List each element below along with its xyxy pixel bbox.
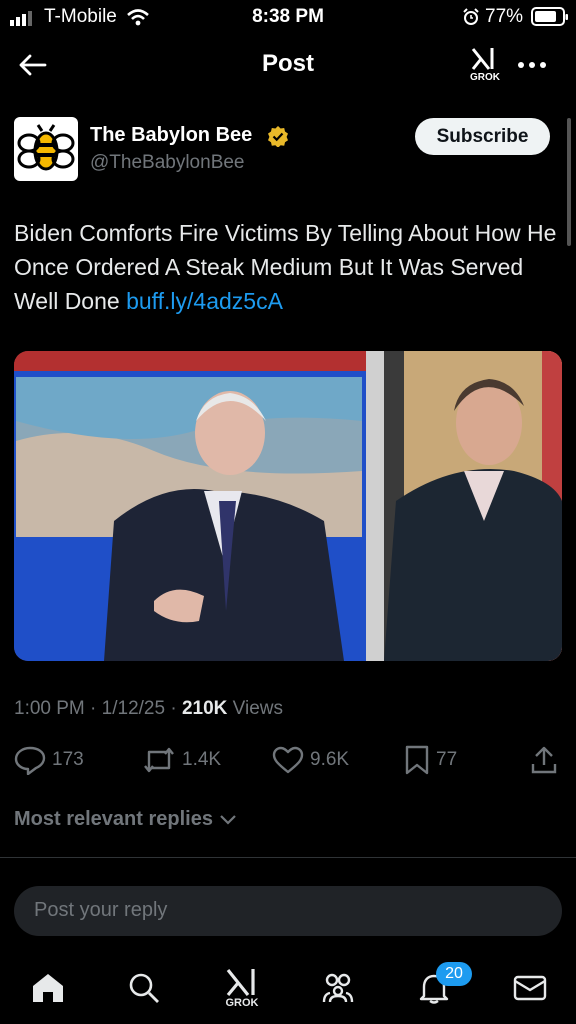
grok-tab-label: GROK (225, 997, 259, 1009)
like-button[interactable]: 9.6K (272, 744, 349, 776)
battery-icon (531, 7, 568, 26)
post-text: Biden Comforts Fire Victims By Telling A… (14, 216, 566, 318)
views-label: Views (232, 698, 283, 719)
reply-placeholder: Post your reply (34, 899, 168, 921)
notifications-badge: 20 (436, 962, 472, 986)
post-date: 1/12/25 (101, 698, 166, 719)
tab-communities[interactable] (310, 960, 366, 1016)
share-button[interactable] (530, 744, 558, 776)
more-dots-icon (518, 62, 546, 68)
status-bar: T-Mobile 8:38 PM 77% (0, 0, 576, 34)
post-image[interactable] (14, 351, 562, 661)
post-body: Biden Comforts Fire Victims By Telling A… (14, 220, 557, 314)
bookmark-icon (405, 745, 429, 775)
repost-count: 1.4K (182, 749, 222, 770)
repost-icon (144, 747, 174, 773)
bookmark-button[interactable]: 77 (404, 744, 457, 776)
replies-sort-label: Most relevant replies (14, 808, 213, 830)
repost-button[interactable]: 1.4K (142, 744, 221, 776)
reply-count: 173 (52, 749, 84, 770)
replies-sort-dropdown[interactable]: Most relevant replies (14, 808, 237, 831)
views-count: 210K (181, 698, 228, 719)
scrollbar[interactable] (567, 118, 571, 246)
tab-grok[interactable]: GROK (214, 960, 270, 1016)
battery-percent: 77% (485, 6, 524, 27)
media-photo (14, 351, 562, 661)
author-handle[interactable]: @TheBabylonBee (90, 152, 245, 174)
grok-label: GROK (470, 72, 500, 83)
reply-icon (14, 746, 46, 775)
alarm-icon (463, 8, 479, 25)
divider (0, 857, 576, 858)
grok-icon (226, 969, 255, 997)
share-icon (531, 746, 557, 774)
like-count: 9.6K (310, 749, 350, 770)
chevron-down-icon (220, 814, 236, 825)
grok-icon (471, 48, 494, 70)
avatar[interactable] (14, 117, 78, 181)
post-time: 1:00 PM (14, 698, 85, 719)
post-meta: 1:00 PM · 1/12/25 · 210K Views (14, 698, 283, 719)
subscribe-button[interactable]: Subscribe (415, 118, 550, 155)
author-name[interactable]: The Babylon Bee (90, 124, 252, 147)
grok-button[interactable]: GROK (466, 44, 502, 84)
home-icon (33, 974, 63, 1002)
heart-icon (272, 746, 304, 774)
verified-badge-icon (268, 126, 288, 147)
reply-button[interactable]: 173 (14, 744, 84, 776)
more-options-button[interactable] (514, 50, 550, 80)
mail-icon (513, 975, 547, 1001)
post-link[interactable]: buff.ly/4adz5cA (126, 288, 283, 314)
bookmark-count: 77 (436, 749, 458, 770)
tab-messages[interactable] (502, 960, 558, 1016)
tab-home[interactable] (20, 960, 76, 1016)
bee-logo-icon (17, 124, 75, 171)
communities-icon (322, 973, 354, 1003)
search-icon (129, 973, 159, 1003)
tab-search[interactable] (116, 960, 172, 1016)
